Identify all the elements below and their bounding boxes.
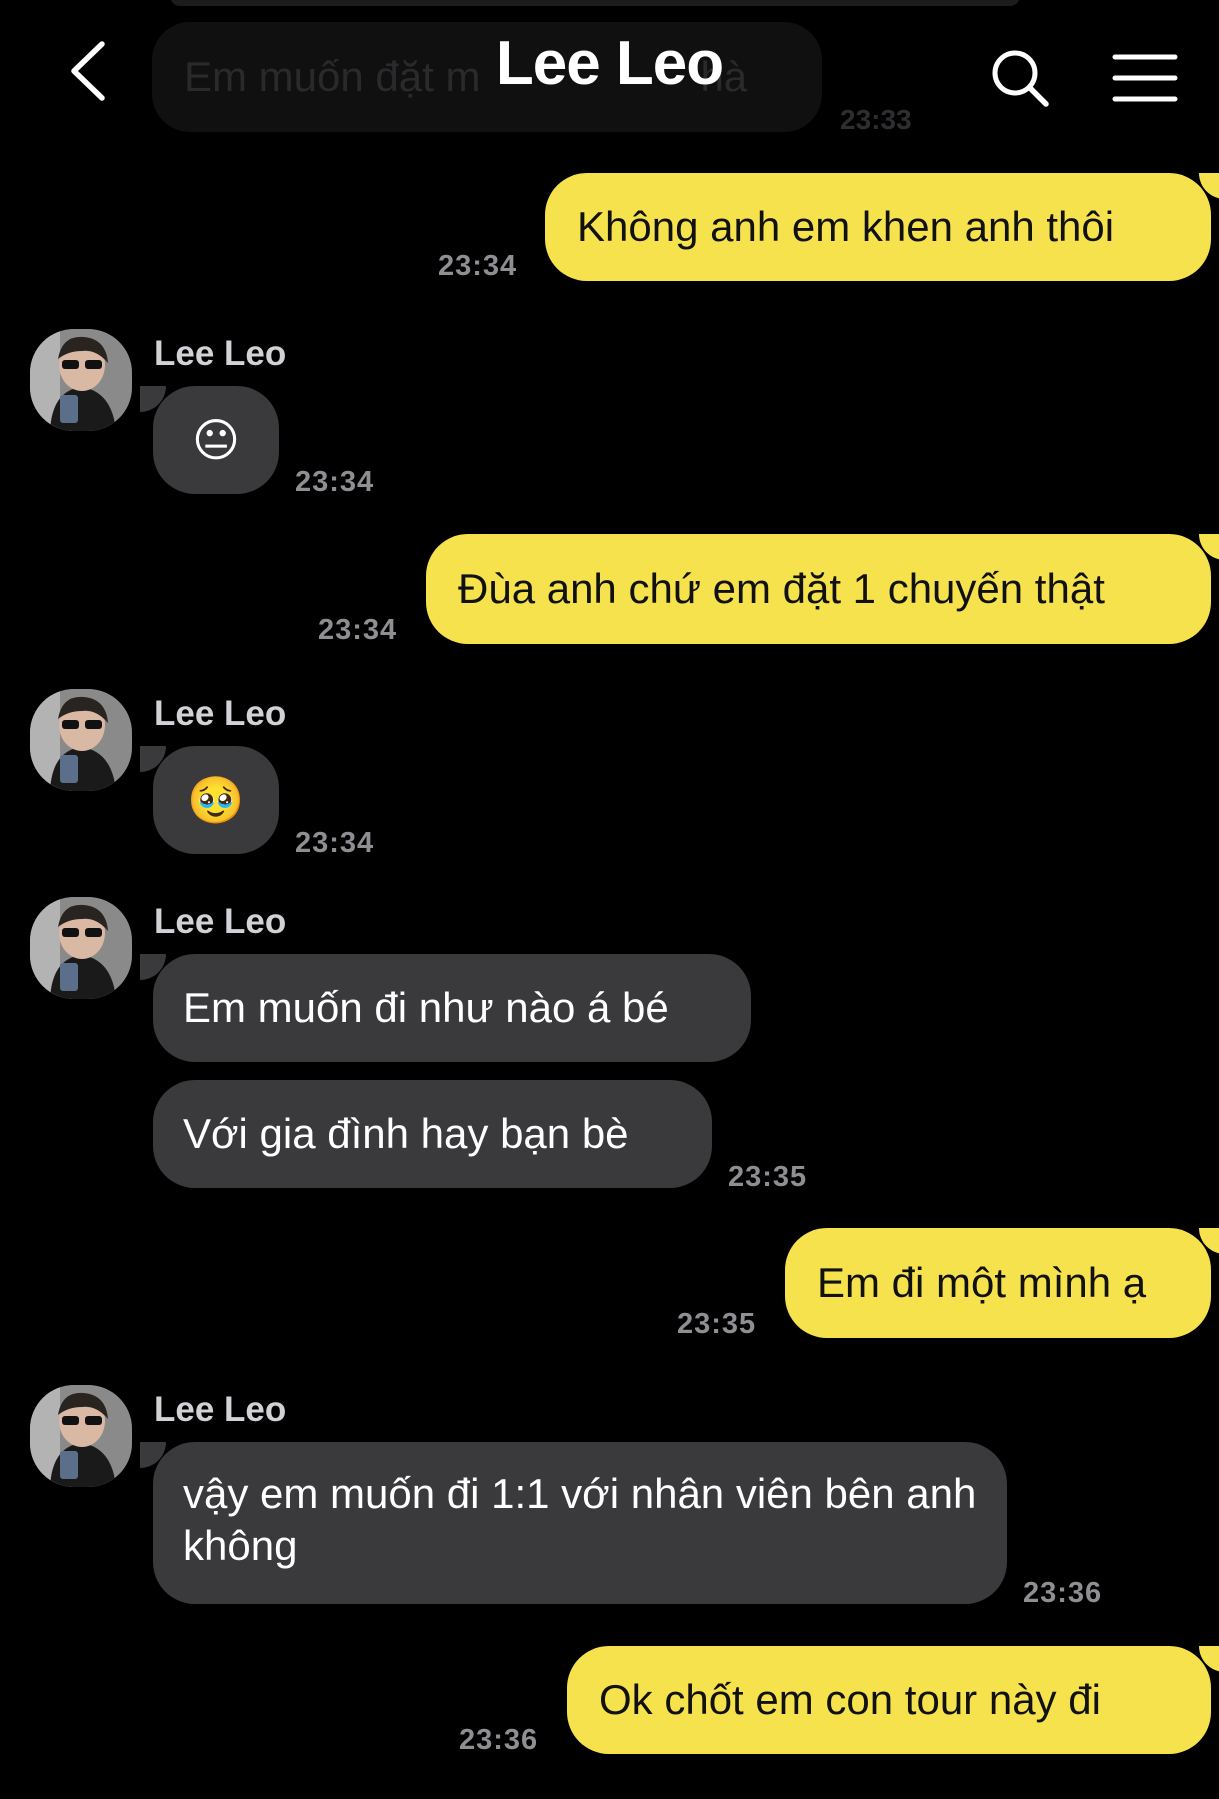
sender-name: Lee Leo — [154, 1390, 287, 1429]
message-bubble-incoming[interactable]: 🥹 — [153, 746, 279, 854]
message-bubble-outgoing[interactable]: Không anh em khen anh thôi — [545, 173, 1211, 281]
search-icon — [992, 50, 1049, 107]
avatar-image — [30, 897, 132, 999]
chevron-left-icon — [71, 41, 105, 101]
message-bubble-incoming[interactable]: 😐 — [153, 386, 279, 494]
message-bubble-outgoing[interactable]: Em đi một mình ạ — [785, 1228, 1211, 1338]
message-bubble-incoming[interactable]: vậy em muốn đi 1:1 với nhân viên bên anh… — [153, 1442, 1007, 1604]
scrolled-message-edge — [170, 0, 1020, 6]
message-time: 23:34 — [295, 827, 375, 859]
hamburger-menu-icon — [1112, 54, 1178, 102]
message-time: 23:36 — [459, 1724, 539, 1756]
avatar-image — [30, 329, 132, 431]
message-time: 23:34 — [438, 250, 518, 282]
message-bubble-outgoing[interactable]: Ok chốt em con tour này đi — [567, 1646, 1211, 1754]
avatar[interactable] — [30, 897, 132, 999]
message-emoji: 🥹 — [187, 774, 245, 826]
message-bubble-outgoing[interactable]: Đùa anh chứ em đặt 1 chuyến thật — [426, 534, 1211, 644]
search-button[interactable] — [990, 48, 1052, 110]
message-text: Với gia đình hay bạn bè — [183, 1110, 629, 1157]
message-time: 23:35 — [677, 1308, 757, 1340]
message-text: Đùa anh chứ em đặt 1 chuyến thật — [458, 565, 1105, 612]
message-text: Ok chốt em con tour này đi — [599, 1676, 1101, 1723]
message-bubble-incoming[interactable]: Em muốn đi như nào á bé — [153, 954, 751, 1062]
sender-name: Lee Leo — [154, 694, 287, 733]
message-bubble-incoming[interactable]: Với gia đình hay bạn bè — [153, 1080, 712, 1188]
message-text: Không anh em khen anh thôi — [577, 203, 1115, 250]
message-time: 23:35 — [728, 1161, 808, 1193]
avatar[interactable] — [30, 1385, 132, 1487]
avatar[interactable] — [30, 689, 132, 791]
sender-name: Lee Leo — [154, 902, 287, 941]
message-time: 23:34 — [295, 466, 375, 498]
message-text: vậy em muốn đi 1:1 với nhân viên bên anh… — [183, 1470, 977, 1569]
scrolled-message-time: 23:33 — [840, 104, 912, 135]
message-emoji: 😐 — [192, 414, 240, 466]
message-time: 23:34 — [318, 614, 398, 646]
avatar-image — [30, 1385, 132, 1487]
sender-name: Lee Leo — [154, 334, 287, 373]
avatar[interactable] — [30, 329, 132, 431]
back-button[interactable] — [60, 36, 120, 106]
message-text: Em đi một mình ạ — [817, 1259, 1147, 1306]
message-time: 23:36 — [1023, 1577, 1103, 1609]
menu-button[interactable] — [1112, 52, 1178, 104]
avatar-image — [30, 689, 132, 791]
message-text: Em muốn đi như nào á bé — [183, 984, 669, 1031]
